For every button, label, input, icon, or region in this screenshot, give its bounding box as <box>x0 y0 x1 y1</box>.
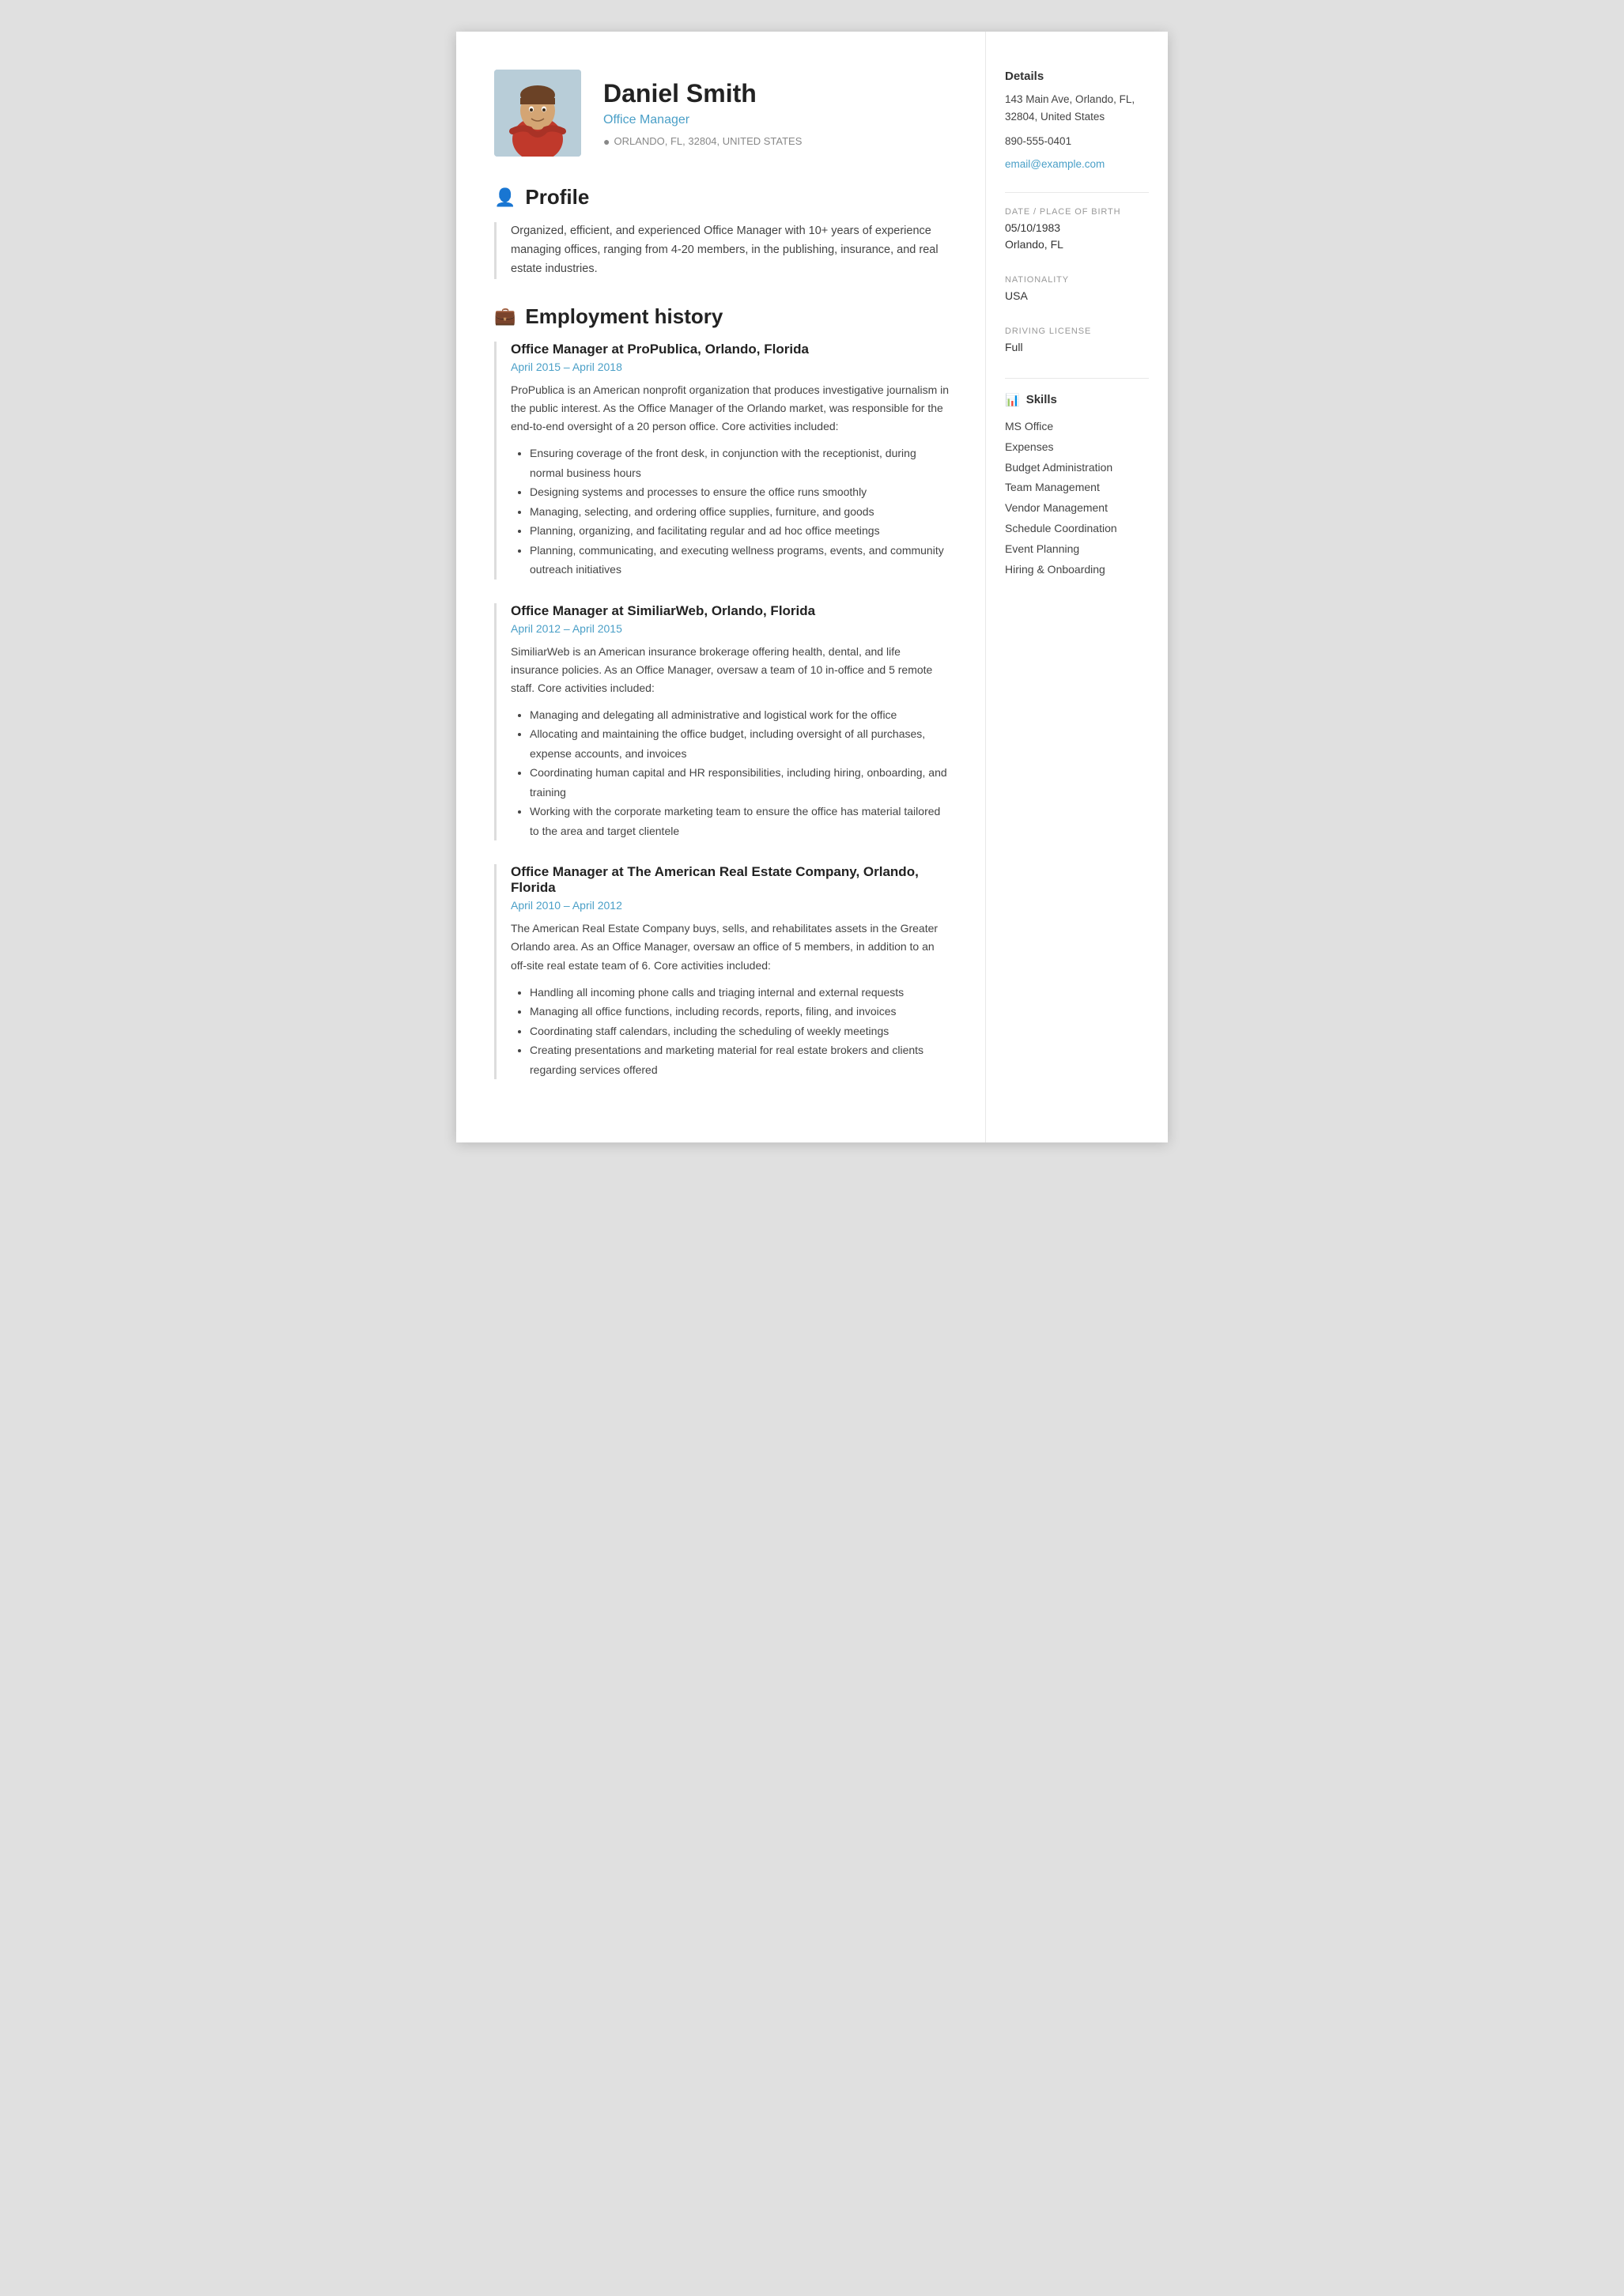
skills-chart-icon: 📊 <box>1005 393 1020 407</box>
sidebar-divider-1 <box>1005 192 1149 193</box>
job-entry-2: Office Manager at The American Real Esta… <box>494 864 950 1079</box>
skills-container: MS OfficeExpensesBudget AdministrationTe… <box>1005 417 1149 580</box>
jobs-container: Office Manager at ProPublica, Orlando, F… <box>494 342 950 1079</box>
skill-item-3: Team Management <box>1005 478 1149 498</box>
bullet-1-1: Allocating and maintaining the office bu… <box>530 724 950 763</box>
job-bullets-1: Managing and delegating all administrati… <box>511 705 950 841</box>
job-dates-1: April 2012 – April 2015 <box>511 622 950 635</box>
job-desc-2: The American Real Estate Company buys, s… <box>511 920 950 974</box>
location: ● ORLANDO, FL, 32804, UNITED STATES <box>603 135 802 148</box>
bullet-0-3: Planning, organizing, and facilitating r… <box>530 521 950 541</box>
bullet-0-0: Ensuring coverage of the front desk, in … <box>530 444 950 482</box>
resume-header: Daniel Smith Office Manager ● ORLANDO, F… <box>494 70 950 157</box>
skills-heading: 📊 Skills <box>1005 393 1149 407</box>
skill-item-2: Budget Administration <box>1005 458 1149 478</box>
resume-page: Daniel Smith Office Manager ● ORLANDO, F… <box>456 32 1168 1142</box>
profile-section: 👤 Profile Organized, efficient, and expe… <box>494 185 950 279</box>
bullet-2-1: Managing all office functions, including… <box>530 1002 950 1021</box>
sidebar-dob-place: Orlando, FL <box>1005 236 1149 253</box>
sidebar-skills-section: 📊 Skills MS OfficeExpensesBudget Adminis… <box>1005 393 1149 580</box>
sidebar-details: Details 143 Main Ave, Orlando, FL, 32804… <box>1005 70 1149 170</box>
skill-item-0: MS Office <box>1005 417 1149 437</box>
sidebar-driving-section: DRIVING LICENSE Full <box>1005 327 1149 356</box>
job-title-2: Office Manager at The American Real Esta… <box>511 864 950 896</box>
employment-icon: 💼 <box>494 306 516 327</box>
employment-section: 💼 Employment history Office Manager at P… <box>494 304 950 1079</box>
profile-section-header: 👤 Profile <box>494 185 950 210</box>
job-bullets-0: Ensuring coverage of the front desk, in … <box>511 444 950 580</box>
location-icon: ● <box>603 135 610 148</box>
skill-item-5: Schedule Coordination <box>1005 519 1149 539</box>
sidebar-nationality-section: NATIONALITY USA <box>1005 275 1149 304</box>
job-desc-0: ProPublica is an American nonprofit orga… <box>511 381 950 436</box>
bullet-0-2: Managing, selecting, and ordering office… <box>530 502 950 522</box>
sidebar-driving: Full <box>1005 339 1149 356</box>
profile-text: Organized, efficient, and experienced Of… <box>494 222 950 279</box>
job-dates-0: April 2015 – April 2018 <box>511 361 950 373</box>
job-entry-1: Office Manager at SimiliarWeb, Orlando, … <box>494 603 950 841</box>
job-title-1: Office Manager at SimiliarWeb, Orlando, … <box>511 603 950 619</box>
employment-heading: Employment history <box>525 304 723 329</box>
job-dates-2: April 2010 – April 2012 <box>511 899 950 912</box>
sidebar: Details 143 Main Ave, Orlando, FL, 32804… <box>986 32 1168 1142</box>
profile-heading: Profile <box>525 185 589 210</box>
bullet-2-2: Coordinating staff calendars, including … <box>530 1021 950 1041</box>
sidebar-nationality: USA <box>1005 288 1149 304</box>
job-bullets-2: Handling all incoming phone calls and tr… <box>511 983 950 1080</box>
bullet-1-0: Managing and delegating all administrati… <box>530 705 950 725</box>
sidebar-address: 143 Main Ave, Orlando, FL, 32804, United… <box>1005 91 1149 125</box>
job-desc-1: SimiliarWeb is an American insurance bro… <box>511 643 950 697</box>
bullet-1-3: Working with the corporate marketing tea… <box>530 802 950 840</box>
job-title: Office Manager <box>603 113 802 127</box>
sidebar-dob: 05/10/1983 <box>1005 220 1149 236</box>
candidate-name: Daniel Smith <box>603 79 802 108</box>
header-info: Daniel Smith Office Manager ● ORLANDO, F… <box>603 79 802 148</box>
sidebar-phone: 890-555-0401 <box>1005 133 1149 150</box>
job-title-0: Office Manager at ProPublica, Orlando, F… <box>511 342 950 357</box>
details-label: Details <box>1005 70 1149 83</box>
sidebar-dob-section: DATE / PLACE OF BIRTH 05/10/1983 Orlando… <box>1005 207 1149 253</box>
avatar <box>494 70 581 157</box>
location-text: ORLANDO, FL, 32804, UNITED STATES <box>614 135 802 147</box>
skill-item-7: Hiring & Onboarding <box>1005 560 1149 580</box>
dob-label: DATE / PLACE OF BIRTH <box>1005 207 1149 217</box>
bullet-1-2: Coordinating human capital and HR respon… <box>530 763 950 802</box>
employment-section-header: 💼 Employment history <box>494 304 950 329</box>
skills-label: Skills <box>1026 393 1057 406</box>
profile-icon: 👤 <box>494 187 516 208</box>
skill-item-6: Event Planning <box>1005 539 1149 560</box>
main-content: Daniel Smith Office Manager ● ORLANDO, F… <box>456 32 986 1142</box>
sidebar-divider-2 <box>1005 378 1149 379</box>
bullet-0-1: Designing systems and processes to ensur… <box>530 482 950 502</box>
driving-label: DRIVING LICENSE <box>1005 327 1149 336</box>
skill-item-4: Vendor Management <box>1005 498 1149 519</box>
sidebar-email[interactable]: email@example.com <box>1005 158 1149 170</box>
nationality-label: NATIONALITY <box>1005 275 1149 285</box>
bullet-2-0: Handling all incoming phone calls and tr… <box>530 983 950 1003</box>
skill-item-1: Expenses <box>1005 437 1149 458</box>
bullet-2-3: Creating presentations and marketing mat… <box>530 1040 950 1079</box>
bullet-0-4: Planning, communicating, and executing w… <box>530 541 950 580</box>
job-entry-0: Office Manager at ProPublica, Orlando, F… <box>494 342 950 580</box>
